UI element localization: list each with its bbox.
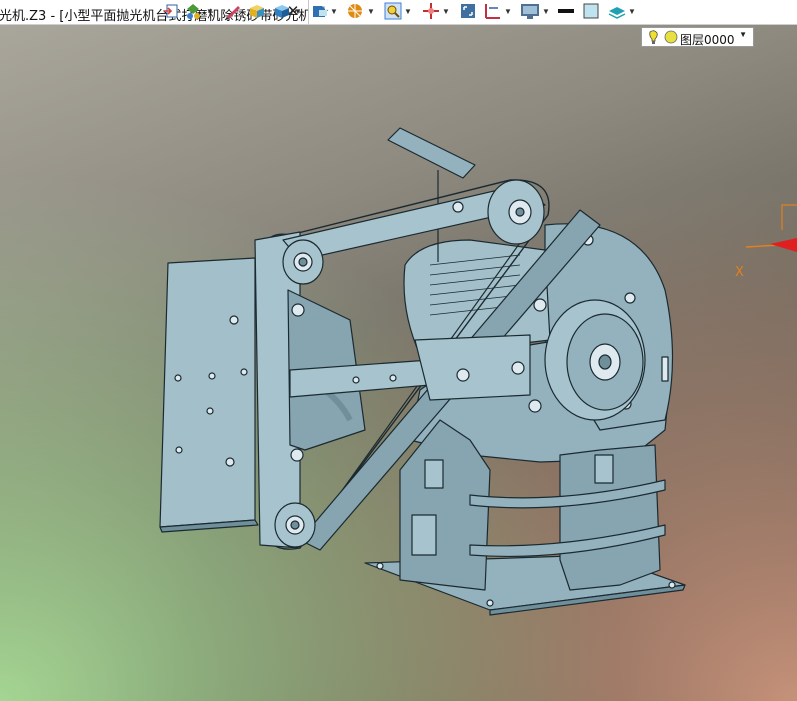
- chevron-down-icon[interactable]: ▼: [404, 7, 412, 16]
- lightbulb-icon: [649, 30, 678, 44]
- 3d-viewport[interactable]: X: [0, 25, 797, 701]
- line-color-icon[interactable]: [557, 0, 575, 22]
- chevron-down-icon[interactable]: ▼: [542, 7, 550, 16]
- fit-view-icon[interactable]: [459, 0, 477, 22]
- shaded-box-icon[interactable]: [248, 0, 266, 22]
- layer-manager-icon[interactable]: [607, 0, 627, 22]
- layer-select[interactable]: 图层0000 ▼: [641, 27, 754, 47]
- layer-name: 图层0000: [680, 33, 735, 47]
- chevron-down-icon[interactable]: ▼: [294, 7, 302, 16]
- chevron-down-icon[interactable]: ▼: [504, 7, 512, 16]
- pan-icon[interactable]: [422, 0, 440, 22]
- display-style-icon[interactable]: [346, 0, 364, 22]
- axis-triad: [745, 204, 797, 252]
- chevron-down-icon[interactable]: ▼: [330, 7, 338, 16]
- view-cube-icon[interactable]: [273, 0, 291, 22]
- fill-color-icon[interactable]: [583, 0, 599, 22]
- x-axis-label: X: [735, 265, 744, 280]
- measure-icon[interactable]: [484, 0, 502, 22]
- chevron-down-icon[interactable]: ▼: [367, 7, 375, 16]
- chevron-down-icon[interactable]: ▼: [628, 7, 636, 16]
- section-view-icon[interactable]: [310, 0, 328, 22]
- chevron-down-icon[interactable]: ▼: [739, 30, 747, 39]
- chevron-down-icon[interactable]: ▼: [206, 7, 214, 16]
- monitor-icon[interactable]: [520, 0, 540, 22]
- pen-icon[interactable]: [224, 0, 242, 22]
- chevron-down-icon[interactable]: ▼: [442, 7, 450, 16]
- render-mode-icon[interactable]: [184, 0, 202, 22]
- zoom-icon[interactable]: [384, 0, 402, 22]
- work-plate: [159, 257, 256, 528]
- model-render: [159, 127, 797, 616]
- import-icon[interactable]: [163, 0, 179, 22]
